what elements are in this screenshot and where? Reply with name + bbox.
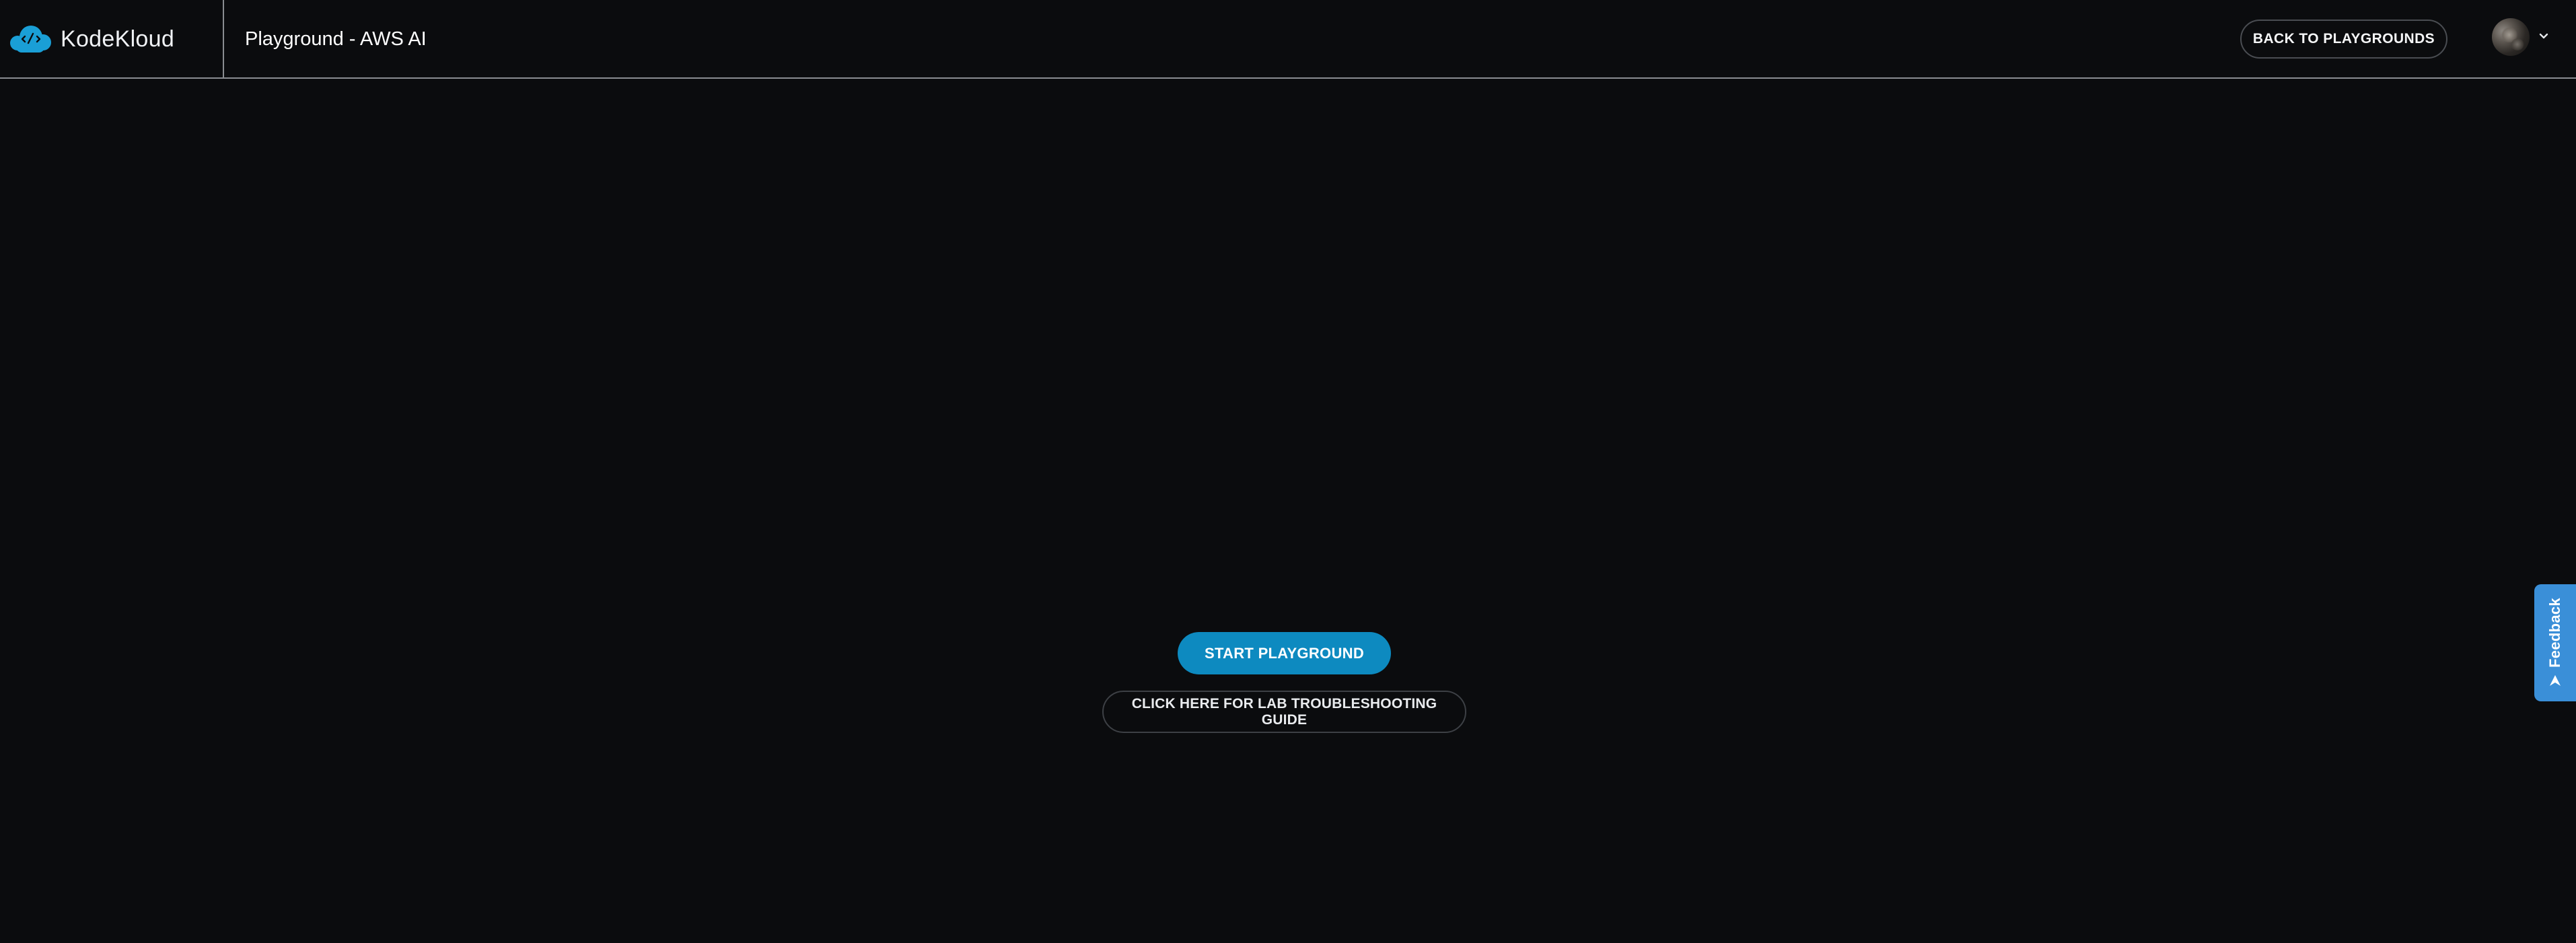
- brand-section[interactable]: KodeKloud: [0, 0, 224, 79]
- start-playground-button[interactable]: START PLAYGROUND: [1178, 632, 1391, 674]
- chevron-down-icon[interactable]: [2537, 30, 2550, 43]
- brand-name: KodeKloud: [61, 26, 175, 52]
- top-navigation-bar: KodeKloud Playground - AWS AI BACK TO PL…: [0, 0, 2576, 79]
- page-title: Playground - AWS AI: [245, 28, 427, 50]
- send-arrow-icon: [2550, 674, 2561, 686]
- lab-troubleshooting-guide-button[interactable]: CLICK HERE FOR LAB TROUBLESHOOTING GUIDE: [1102, 691, 1466, 733]
- user-avatar[interactable]: [2492, 18, 2530, 56]
- feedback-tab[interactable]: Feedback: [2534, 584, 2576, 701]
- back-to-playgrounds-button[interactable]: BACK TO PLAYGROUNDS: [2240, 20, 2447, 59]
- feedback-tab-content: Feedback: [2546, 598, 2564, 688]
- kodekloud-cloud-logo-icon: [10, 26, 51, 53]
- feedback-label: Feedback: [2546, 598, 2563, 668]
